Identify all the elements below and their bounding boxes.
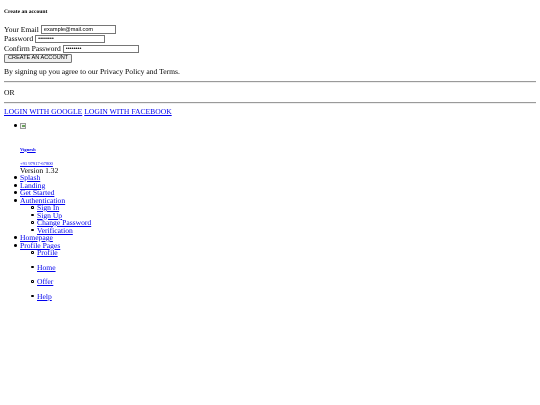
- terms-notice: By signing up you agree to our Privacy P…: [4, 67, 180, 76]
- email-row: Your Email: [4, 25, 204, 34]
- divider-bottom: [4, 102, 536, 104]
- menu-item-landing: Landing: [14, 181, 320, 190]
- help-link[interactable]: Help: [37, 292, 52, 301]
- menu-item-authentication: Authentication: [14, 196, 320, 205]
- profile-pages-item-profile: Profile: [31, 249, 320, 257]
- spacer-b: [20, 271, 320, 278]
- menu-item-splash: Splash: [14, 174, 320, 182]
- profile-spacer-2: [20, 152, 320, 159]
- social-login: LOGIN WITH GOOGLE LOGIN WITH FACEBOOK: [4, 107, 172, 116]
- facebook-login-link[interactable]: LOGIN WITH FACEBOOK: [84, 107, 171, 116]
- or-separator: OR: [4, 88, 15, 97]
- menu-list: Vignesh +91 97917-67800 Version 1.32 Spl…: [14, 122, 320, 301]
- profile-pages-item-offer: Offer: [31, 278, 320, 286]
- auth-item-change-password: Change Password: [31, 219, 320, 227]
- confirm-password-row: Confirm Password: [4, 44, 204, 53]
- menu-item-profile-pages: Profile Pages: [14, 241, 320, 250]
- signup-form: Your Email Password Confirm Password CRE…: [4, 25, 204, 63]
- auth-item-sign-in: Sign In: [31, 204, 320, 212]
- spacer-c: [20, 286, 320, 293]
- google-login-link[interactable]: LOGIN WITH GOOGLE: [4, 107, 82, 116]
- confirm-password-field[interactable]: [62, 44, 139, 53]
- auth-item-verification: Verification: [31, 226, 320, 235]
- email-field[interactable]: [40, 25, 116, 34]
- profile-phone-item: +91 97917-67800: [20, 159, 320, 167]
- version-text: Version 1.32: [20, 165, 59, 175]
- profile-name-link[interactable]: Vignesh: [20, 147, 36, 152]
- profile-spacer: [20, 130, 320, 145]
- profile-name-item: Vignesh: [20, 145, 320, 153]
- page-title: Create an account: [4, 9, 48, 15]
- password-field[interactable]: [35, 35, 106, 44]
- password-row: Password: [4, 34, 204, 44]
- divider-top: [4, 81, 536, 83]
- password-label: Password: [4, 34, 34, 44]
- menu-item-homepage: Homepage: [14, 234, 320, 242]
- profile-pages-item-home: Home: [31, 263, 320, 272]
- confirm-password-label: Confirm Password: [4, 43, 61, 53]
- user-avatar-icon: [20, 122, 26, 129]
- profile-header: [14, 122, 320, 130]
- email-label: Your Email: [4, 24, 39, 34]
- create-account-button[interactable]: CREATE AN ACCOUNT: [4, 53, 73, 63]
- spacer-a: [20, 257, 320, 264]
- profile-pages-item-help: Help: [31, 292, 320, 301]
- side-menu: Vignesh +91 97917-67800 Version 1.32 Spl…: [14, 122, 320, 301]
